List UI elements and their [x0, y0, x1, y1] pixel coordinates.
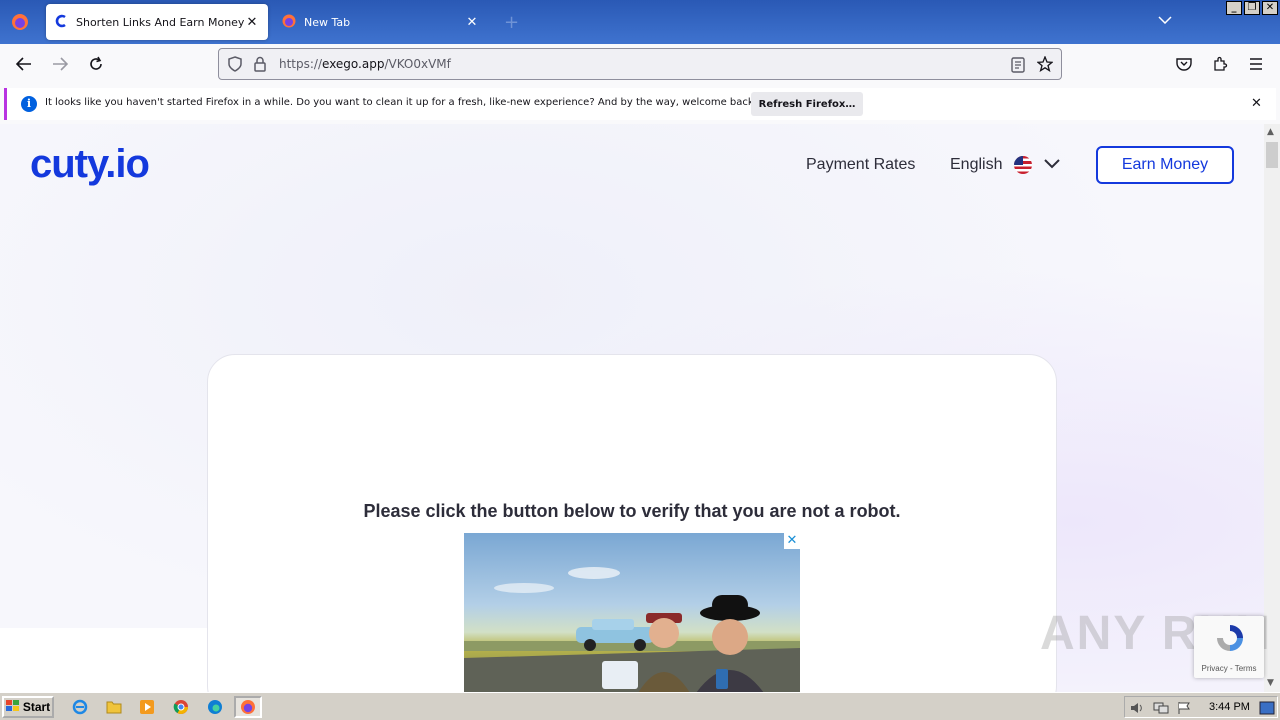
internet-explorer-icon[interactable]: [70, 697, 90, 717]
info-icon: i: [21, 96, 37, 112]
forward-arrow-icon[interactable]: [48, 52, 72, 76]
network-icon[interactable]: [1153, 700, 1169, 719]
url-path: /VKO0xVMf: [384, 57, 451, 71]
verify-instruction: Please click the button below to verify …: [363, 501, 901, 521]
volume-icon[interactable]: [1129, 700, 1145, 719]
close-icon[interactable]: ✕: [1251, 96, 1262, 111]
chrome-icon[interactable]: [171, 697, 191, 717]
folder-icon[interactable]: [104, 697, 124, 717]
url-text: https://exego.app/VKO0xVMf: [279, 57, 451, 71]
show-desktop-icon[interactable]: [1259, 700, 1275, 719]
payment-rates-link[interactable]: Payment Rates: [806, 156, 915, 174]
close-tab-icon[interactable]: ✕: [244, 15, 260, 30]
tab-title: Shorten Links And Earn Money | cu: [76, 15, 244, 29]
tab-active[interactable]: Shorten Links And Earn Money | cu ✕: [46, 4, 268, 40]
url-host: exego.app: [322, 57, 385, 71]
recaptcha-badge[interactable]: Privacy - Terms: [1194, 616, 1264, 678]
scroll-up-icon[interactable]: ▲: [1267, 127, 1274, 137]
tab-title: New Tab: [304, 15, 351, 29]
extensions-icon[interactable]: [1208, 52, 1232, 76]
taskbar-clock: 3:44 PM: [1209, 701, 1250, 713]
notification-message: It looks like you haven't started Firefo…: [45, 97, 758, 108]
recaptcha-privacy-terms[interactable]: Privacy - Terms: [1194, 664, 1264, 673]
url-bar[interactable]: https://exego.app/VKO0xVMf: [218, 48, 1062, 80]
bookmark-star-icon[interactable]: [1036, 55, 1054, 76]
windows-logo-icon: [5, 699, 20, 715]
verification-card: Please click the button below to verify …: [207, 354, 1057, 692]
shield-icon[interactable]: [227, 56, 243, 76]
close-window-button[interactable]: ✕: [1262, 1, 1278, 15]
notification-bar: i It looks like you haven't started Fire…: [4, 88, 1276, 120]
site-logo[interactable]: cuty.io: [30, 142, 150, 187]
restore-button[interactable]: ❐: [1244, 1, 1260, 15]
advertisement-banner[interactable]: ✕: [464, 533, 800, 692]
refresh-firefox-button[interactable]: Refresh Firefox…: [751, 92, 863, 116]
us-flag-icon: [1014, 156, 1033, 174]
navigation-toolbar: https://exego.app/VKO0xVMf: [0, 44, 1280, 84]
tab-new-tab[interactable]: New Tab ✕: [274, 4, 488, 40]
start-label: Start: [22, 700, 51, 714]
scroll-thumb[interactable]: [1266, 142, 1278, 168]
pocket-icon[interactable]: [1172, 52, 1196, 76]
close-tab-icon[interactable]: ✕: [464, 15, 480, 30]
cuty-favicon-icon: [54, 14, 68, 31]
scroll-down-icon[interactable]: ▼: [1267, 678, 1274, 688]
start-button[interactable]: Start: [2, 696, 54, 718]
language-selector[interactable]: English: [950, 156, 1061, 174]
reload-icon[interactable]: [84, 52, 108, 76]
back-arrow-icon[interactable]: [12, 52, 36, 76]
lock-icon[interactable]: [253, 56, 267, 76]
language-label: English: [950, 156, 1003, 173]
earn-money-button[interactable]: Earn Money: [1096, 146, 1234, 184]
firefox-view-icon[interactable]: [8, 10, 32, 34]
taskbar: Start 3:44 PM: [0, 692, 1280, 720]
close-ad-icon[interactable]: ✕: [784, 533, 800, 549]
background-strip: [0, 628, 210, 692]
flag-notification-icon[interactable]: [1177, 700, 1191, 719]
firefox-taskbar-button[interactable]: [234, 696, 262, 718]
media-player-icon[interactable]: [137, 697, 157, 717]
tab-strip: Shorten Links And Earn Money | cu ✕ New …: [0, 0, 1280, 44]
edge-icon[interactable]: [205, 697, 225, 717]
advertisement-image: [464, 567, 800, 692]
minimize-button[interactable]: _: [1226, 1, 1242, 15]
new-tab-plus-icon[interactable]: +: [504, 12, 519, 33]
firefox-icon: [282, 14, 296, 31]
reader-view-icon[interactable]: [1011, 57, 1025, 77]
system-tray: 3:44 PM: [1124, 696, 1278, 718]
chevron-down-icon[interactable]: [1158, 13, 1172, 27]
chevron-down-icon: [1044, 156, 1061, 174]
recaptcha-logo-icon: [1214, 622, 1246, 658]
hamburger-menu-icon[interactable]: [1244, 52, 1268, 76]
window-controls: _ ❐ ✕: [1226, 1, 1278, 15]
url-scheme: https://: [279, 57, 323, 71]
